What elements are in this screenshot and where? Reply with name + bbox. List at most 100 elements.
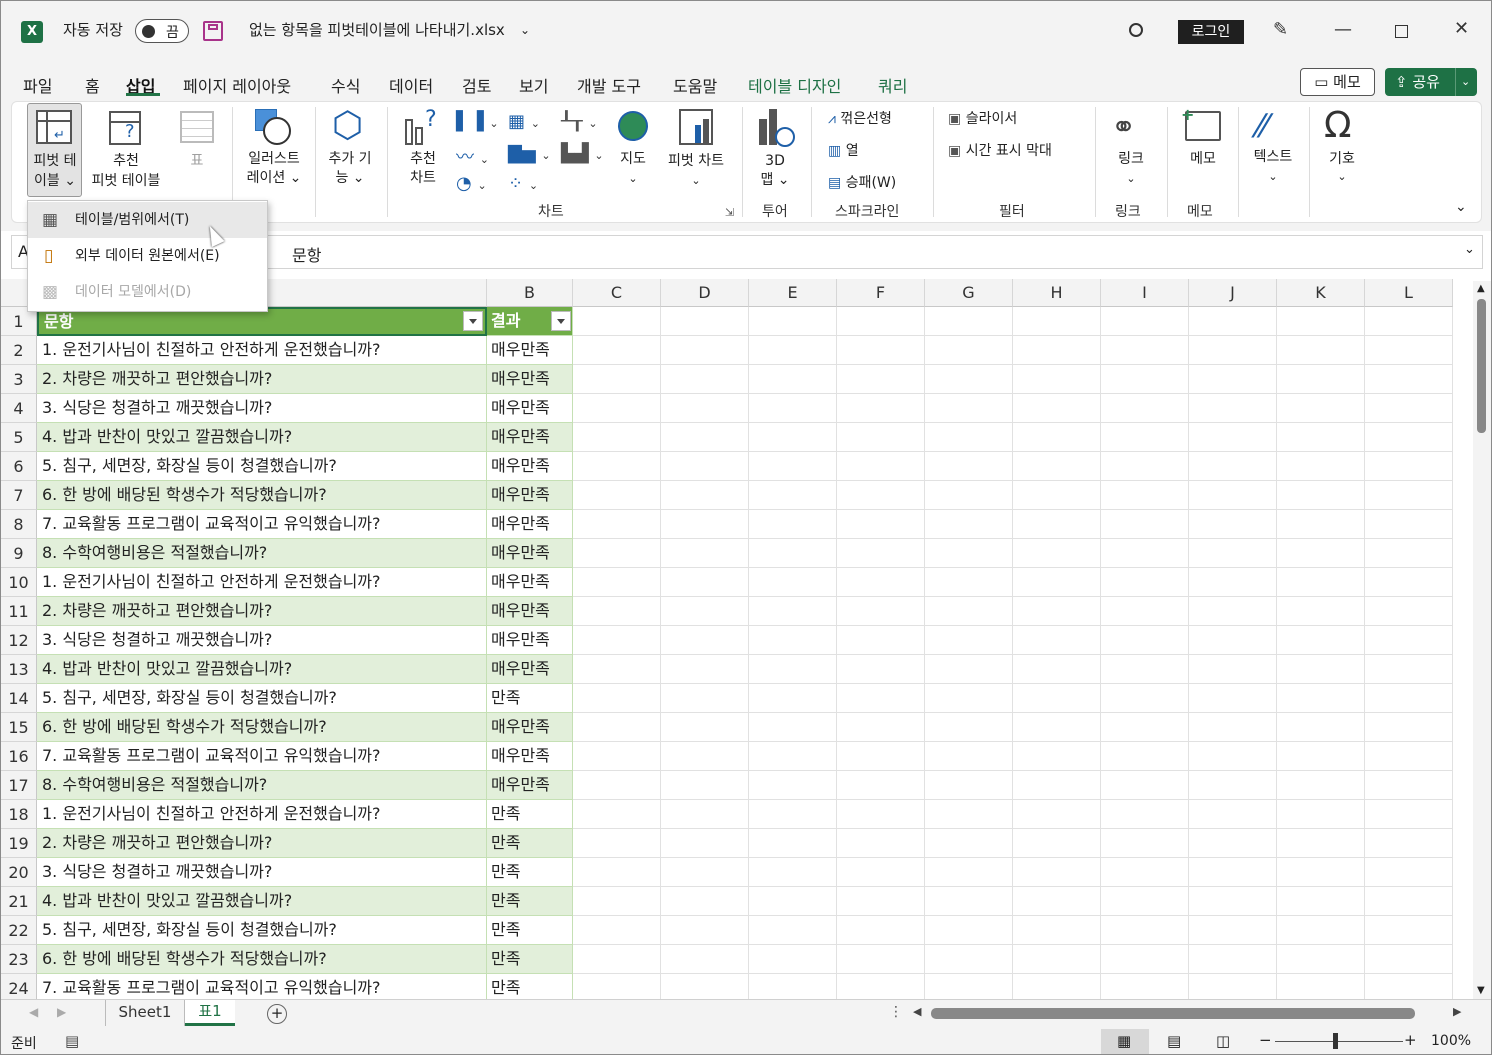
cell-question[interactable]: 2. 차량은 깨끗하고 편안했습니까?: [37, 365, 487, 394]
autosave-toggle[interactable]: 끔: [135, 19, 189, 43]
addins-label-1[interactable]: 추가 기: [319, 149, 381, 169]
cell-result[interactable]: 매우만족: [487, 423, 573, 452]
zoom-in-icon[interactable]: +: [1404, 1031, 1417, 1049]
chevron-down-icon[interactable]: ⌄: [1107, 169, 1155, 189]
cell-result[interactable]: 매우만족: [487, 626, 573, 655]
cell-question[interactable]: 7. 교육활동 프로그램이 교육적이고 유익했습니까?: [37, 974, 487, 999]
cell-result[interactable]: 매우만족: [487, 713, 573, 742]
column-header-i[interactable]: I: [1101, 279, 1189, 307]
timeline-button[interactable]: ▣ 시간 표시 막대: [948, 141, 1052, 161]
row-header[interactable]: 24: [1, 974, 37, 999]
column-header-e[interactable]: E: [749, 279, 837, 307]
cell-result[interactable]: 매우만족: [487, 742, 573, 771]
sparkline-line-button[interactable]: ⩘ 꺾은선형: [828, 109, 892, 129]
cell-question[interactable]: 4. 밥과 반찬이 맛있고 깔끔했습니까?: [37, 655, 487, 684]
close-icon[interactable]: ✕: [1454, 18, 1469, 39]
tab-split-handle[interactable]: ⋮: [889, 1004, 903, 1020]
cell-result[interactable]: 매우만족: [487, 539, 573, 568]
recommended-charts-label-1[interactable]: 추천: [397, 149, 449, 169]
cell-result[interactable]: 매우만족: [487, 365, 573, 394]
page-layout-view-icon[interactable]: ▤: [1167, 1032, 1181, 1050]
illustrations-label-2[interactable]: 레이션 ⌄: [239, 168, 309, 188]
dialog-launcher-icon[interactable]: ⇲: [725, 206, 734, 219]
pen-icon[interactable]: ✎: [1273, 19, 1288, 40]
cell-result[interactable]: 매우만족: [487, 452, 573, 481]
cell-result[interactable]: 만족: [487, 684, 573, 713]
tab-home[interactable]: 홈: [85, 73, 100, 97]
waterfall-chart-icon[interactable]: ┸┰ ⌄: [561, 111, 598, 132]
next-sheet-icon[interactable]: ▶: [57, 1005, 66, 1019]
cell-result[interactable]: 매우만족: [487, 481, 573, 510]
empty-cells[interactable]: [573, 307, 661, 999]
pivot-chart-label[interactable]: 피벗 차트: [659, 151, 733, 171]
sheet-tab-table1[interactable]: 표1: [185, 1000, 235, 1026]
row-header[interactable]: 16: [1, 742, 37, 771]
save-icon[interactable]: [203, 21, 223, 41]
cell-result[interactable]: 만족: [487, 829, 573, 858]
vertical-scroll-thumb[interactable]: [1477, 299, 1486, 433]
empty-cells[interactable]: [1101, 307, 1189, 999]
tab-formulas[interactable]: 수식: [331, 73, 360, 97]
tab-view[interactable]: 보기: [519, 73, 548, 97]
recommended-charts-label-2[interactable]: 차트: [397, 168, 449, 188]
row-header[interactable]: 9: [1, 539, 37, 568]
cell-question[interactable]: 1. 운전기사님이 친절하고 안전하게 운전했습니까?: [37, 800, 487, 829]
column-header-j[interactable]: J: [1189, 279, 1277, 307]
filter-dropdown-icon[interactable]: [463, 311, 483, 331]
cell-result[interactable]: 만족: [487, 916, 573, 945]
zoom-slider[interactable]: [1275, 1041, 1403, 1042]
formula-input[interactable]: 문항: [292, 242, 321, 266]
addins-label-2[interactable]: 능 ⌄: [319, 168, 381, 188]
pie-chart-icon[interactable]: ◔ ⌄: [456, 173, 487, 194]
login-button[interactable]: 로그인: [1178, 20, 1244, 44]
row-header[interactable]: 22: [1, 916, 37, 945]
row-header[interactable]: 20: [1, 858, 37, 887]
cell-question[interactable]: 4. 밥과 반찬이 맛있고 깔끔했습니까?: [37, 887, 487, 916]
scroll-down-icon[interactable]: ▼: [1477, 985, 1485, 996]
column-header-c[interactable]: C: [573, 279, 661, 307]
row-header[interactable]: 2: [1, 336, 37, 365]
3d-map-label-1[interactable]: 3D: [753, 151, 797, 171]
empty-cells[interactable]: [837, 307, 925, 999]
cell-question[interactable]: 6. 한 방에 배당된 학생수가 적당했습니까?: [37, 945, 487, 974]
recommended-pivot-label-2[interactable]: 피벗 테이블: [83, 171, 169, 191]
cell-question[interactable]: 7. 교육활동 프로그램이 교육적이고 유익했습니까?: [37, 510, 487, 539]
tab-data[interactable]: 데이터: [389, 73, 433, 97]
empty-cells[interactable]: [661, 307, 749, 999]
chevron-down-icon[interactable]: ⌄: [520, 23, 530, 37]
cell-question[interactable]: 3. 식당은 청결하고 깨끗했습니까?: [37, 626, 487, 655]
row-header[interactable]: 18: [1, 800, 37, 829]
cell-result[interactable]: 만족: [487, 945, 573, 974]
row-header[interactable]: 6: [1, 452, 37, 481]
page-break-view-icon[interactable]: ◫: [1216, 1032, 1230, 1050]
tab-file[interactable]: 파일: [23, 73, 52, 97]
empty-cells[interactable]: [749, 307, 837, 999]
link-label[interactable]: 링크: [1107, 149, 1155, 169]
text-label[interactable]: 텍스트: [1243, 147, 1303, 167]
zoom-out-icon[interactable]: −: [1259, 1031, 1272, 1049]
normal-view-button[interactable]: ▦: [1101, 1029, 1149, 1054]
cell-result[interactable]: 매우만족: [487, 510, 573, 539]
line-chart-icon[interactable]: 〰 ⌄: [456, 143, 489, 169]
file-name[interactable]: 없는 항목을 피벗테이블에 나타내기.xlsx: [249, 19, 505, 40]
filter-dropdown-icon[interactable]: [551, 311, 571, 331]
empty-cells[interactable]: [925, 307, 1013, 999]
column-header-h[interactable]: H: [1013, 279, 1101, 307]
cell-question[interactable]: 4. 밥과 반찬이 맛있고 깔끔했습니까?: [37, 423, 487, 452]
symbol-label[interactable]: 기호: [1319, 149, 1365, 169]
ribbon-collapse-icon[interactable]: ⌄: [1455, 197, 1467, 217]
chevron-down-icon[interactable]: ⌄: [1461, 68, 1470, 96]
cell-question[interactable]: 7. 교육활동 프로그램이 교육적이고 유익했습니까?: [37, 742, 487, 771]
cell-result[interactable]: 매우만족: [487, 336, 573, 365]
illustrations-label-1[interactable]: 일러스트: [239, 149, 309, 169]
expand-formula-icon[interactable]: ⌄: [1464, 242, 1475, 257]
cell-question[interactable]: 5. 침구, 세면장, 화장실 등이 청결했습니까?: [37, 452, 487, 481]
comments-button[interactable]: ▭ 메모: [1300, 68, 1375, 96]
empty-cells[interactable]: [1365, 307, 1453, 999]
chevron-down-icon[interactable]: ⌄: [611, 169, 655, 189]
tab-page-layout[interactable]: 페이지 레이아웃: [183, 73, 291, 97]
row-header[interactable]: 10: [1, 568, 37, 597]
horizontal-scroll-thumb[interactable]: [931, 1008, 1415, 1019]
cell-question[interactable]: 2. 차량은 깨끗하고 편안했습니까?: [37, 597, 487, 626]
hierarchy-chart-icon[interactable]: ▦ ⌄: [508, 111, 540, 132]
